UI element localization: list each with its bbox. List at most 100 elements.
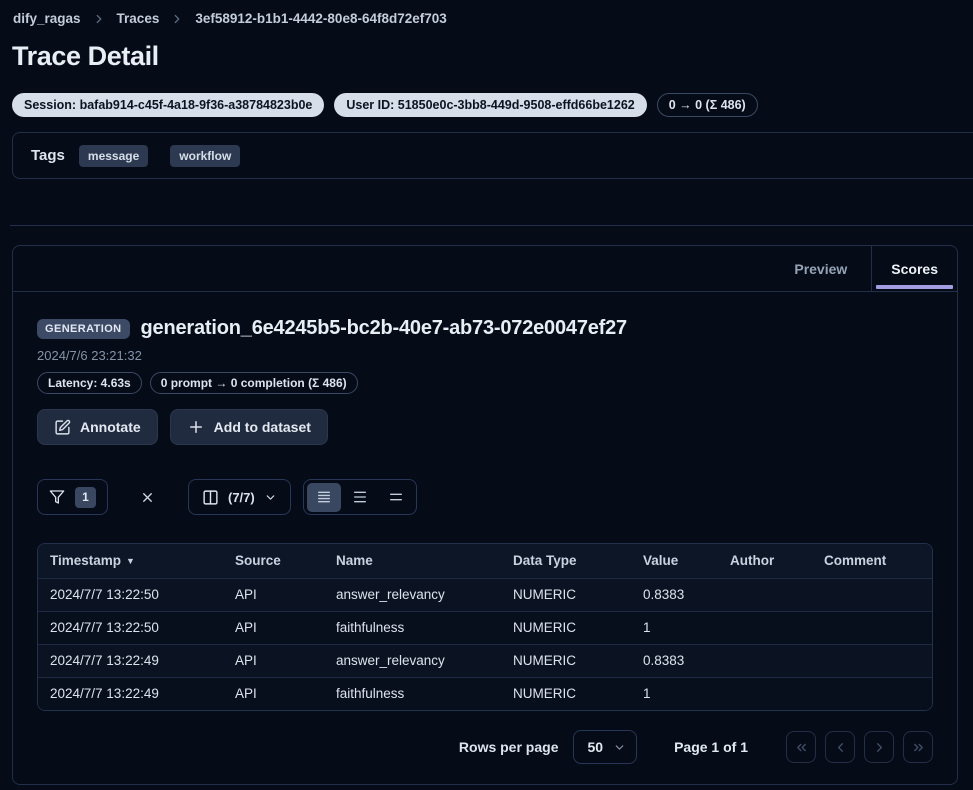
observation-name: generation_6e4245b5-bc2b-40e7-ab73-072e0… [141,317,627,340]
cell-value: 0.8383 [631,578,718,611]
cell-value: 0.8383 [631,644,718,677]
observation-header: GENERATION generation_6e4245b5-bc2b-40e7… [13,292,957,445]
page-title: Trace Detail [12,41,973,72]
edit-square-icon [54,419,71,436]
breadcrumb-project[interactable]: dify_ragas [13,11,81,26]
breadcrumb-traces[interactable]: Traces [117,11,160,26]
row-height-medium-button[interactable] [343,483,377,512]
completion-tokens-badge: 0 prompt → 0 completion (Σ 486) [150,372,358,394]
active-tab-underline [876,285,953,289]
cell-data-type: NUMERIC [501,677,631,710]
tag-chip[interactable]: message [79,145,148,167]
observation-type-badge: GENERATION [37,319,130,339]
filter-button[interactable]: 1 [37,479,108,515]
scores-toolbar: 1 (7/7) [37,479,957,515]
tab-scores[interactable]: Scores [871,246,957,291]
chevron-right-icon [92,12,106,26]
close-icon [140,490,155,505]
filter-count-badge: 1 [75,487,96,508]
last-page-button[interactable] [903,731,933,763]
column-visibility-label: (7/7) [228,490,255,505]
section-divider [10,225,973,226]
row-height-dense-icon [316,489,332,505]
chevron-down-icon [613,741,626,754]
session-badge[interactable]: Session: bafab914-c45f-4a18-9f36-a387848… [12,93,324,117]
column-header-label: Timestamp [50,553,121,568]
cell-name: answer_relevancy [324,644,501,677]
cell-timestamp: 2024/7/7 13:22:49 [38,644,223,677]
table-row[interactable]: 2024/7/7 13:22:49 API answer_relevancy N… [38,644,932,677]
tags-label: Tags [31,147,65,164]
pagination-bar: Rows per page 50 Page 1 of 1 [13,730,957,764]
column-header-value[interactable]: Value [631,544,718,578]
cell-source: API [223,611,324,644]
cell-author [718,644,812,677]
column-visibility-button[interactable]: (7/7) [188,479,291,515]
add-to-dataset-button-label: Add to dataset [214,419,311,435]
cell-timestamp: 2024/7/7 13:22:50 [38,578,223,611]
observation-panel: Preview Scores GENERATION generation_6e4… [12,245,958,785]
table-row[interactable]: 2024/7/7 13:22:50 API faithfulness NUMER… [38,611,932,644]
column-header-name[interactable]: Name [324,544,501,578]
cell-data-type: NUMERIC [501,578,631,611]
column-header-data-type[interactable]: Data Type [501,544,631,578]
cell-name: faithfulness [324,611,501,644]
column-header-author[interactable]: Author [718,544,812,578]
table-row[interactable]: 2024/7/7 13:22:50 API answer_relevancy N… [38,578,932,611]
cell-author [718,611,812,644]
page-indicator: Page 1 of 1 [674,739,748,755]
first-page-button[interactable] [786,731,816,763]
token-usage-badge: 0 → 0 (Σ 486) [657,93,758,117]
annotate-button-label: Annotate [80,419,141,435]
column-header-comment[interactable]: Comment [812,544,932,578]
next-page-button[interactable] [864,731,894,763]
row-height-large-button[interactable] [379,483,413,512]
observation-timestamp: 2024/7/6 23:21:32 [37,348,933,363]
annotate-button[interactable]: Annotate [37,409,158,445]
table-row[interactable]: 2024/7/7 13:22:49 API faithfulness NUMER… [38,677,932,710]
rows-per-page-label: Rows per page [459,739,559,755]
cell-source: API [223,677,324,710]
cell-comment [812,611,932,644]
filter-funnel-icon [49,489,65,505]
cell-author [718,677,812,710]
last-page-icon [911,740,926,755]
tag-chip[interactable]: workflow [170,145,240,167]
tags-card: Tags message workflow [12,132,973,179]
cell-comment [812,644,932,677]
columns-icon [202,489,219,506]
cell-source: API [223,578,324,611]
cell-source: API [223,644,324,677]
table-header-row: Timestamp ▼ Source Name Data Type Value A… [38,544,932,578]
first-page-icon [794,740,809,755]
add-to-dataset-button[interactable]: Add to dataset [170,409,328,445]
plus-icon [187,418,205,436]
chevron-right-icon [170,12,184,26]
sort-desc-icon: ▼ [126,556,135,566]
prev-page-icon [833,740,848,755]
cell-value: 1 [631,611,718,644]
row-height-large-icon [388,489,404,505]
tab-preview[interactable]: Preview [770,246,871,291]
breadcrumb-trace-id[interactable]: 3ef58912-b1b1-4442-80e8-64f8d72ef703 [195,11,446,26]
scores-table: Timestamp ▼ Source Name Data Type Value A… [37,543,933,711]
cell-name: answer_relevancy [324,578,501,611]
prev-page-button[interactable] [825,731,855,763]
cell-comment [812,578,932,611]
row-height-medium-icon [352,489,368,505]
breadcrumb: dify_ragas Traces 3ef58912-b1b1-4442-80e… [0,0,973,26]
column-header-timestamp[interactable]: Timestamp ▼ [38,544,223,578]
clear-filters-button[interactable] [134,484,161,511]
trace-meta-badges: Session: bafab914-c45f-4a18-9f36-a387848… [12,93,973,117]
rows-per-page-select[interactable]: 50 [573,730,638,764]
chevron-down-icon [264,491,277,504]
user-id-badge[interactable]: User ID: 51850e0c-3bb8-449d-9508-effd66b… [334,93,646,117]
latency-badge: Latency: 4.63s [37,372,142,394]
cell-timestamp: 2024/7/7 13:22:49 [38,677,223,710]
cell-comment [812,677,932,710]
cell-author [718,578,812,611]
cell-data-type: NUMERIC [501,644,631,677]
panel-tabs: Preview Scores [13,246,957,292]
row-height-small-button[interactable] [307,483,341,512]
column-header-source[interactable]: Source [223,544,324,578]
